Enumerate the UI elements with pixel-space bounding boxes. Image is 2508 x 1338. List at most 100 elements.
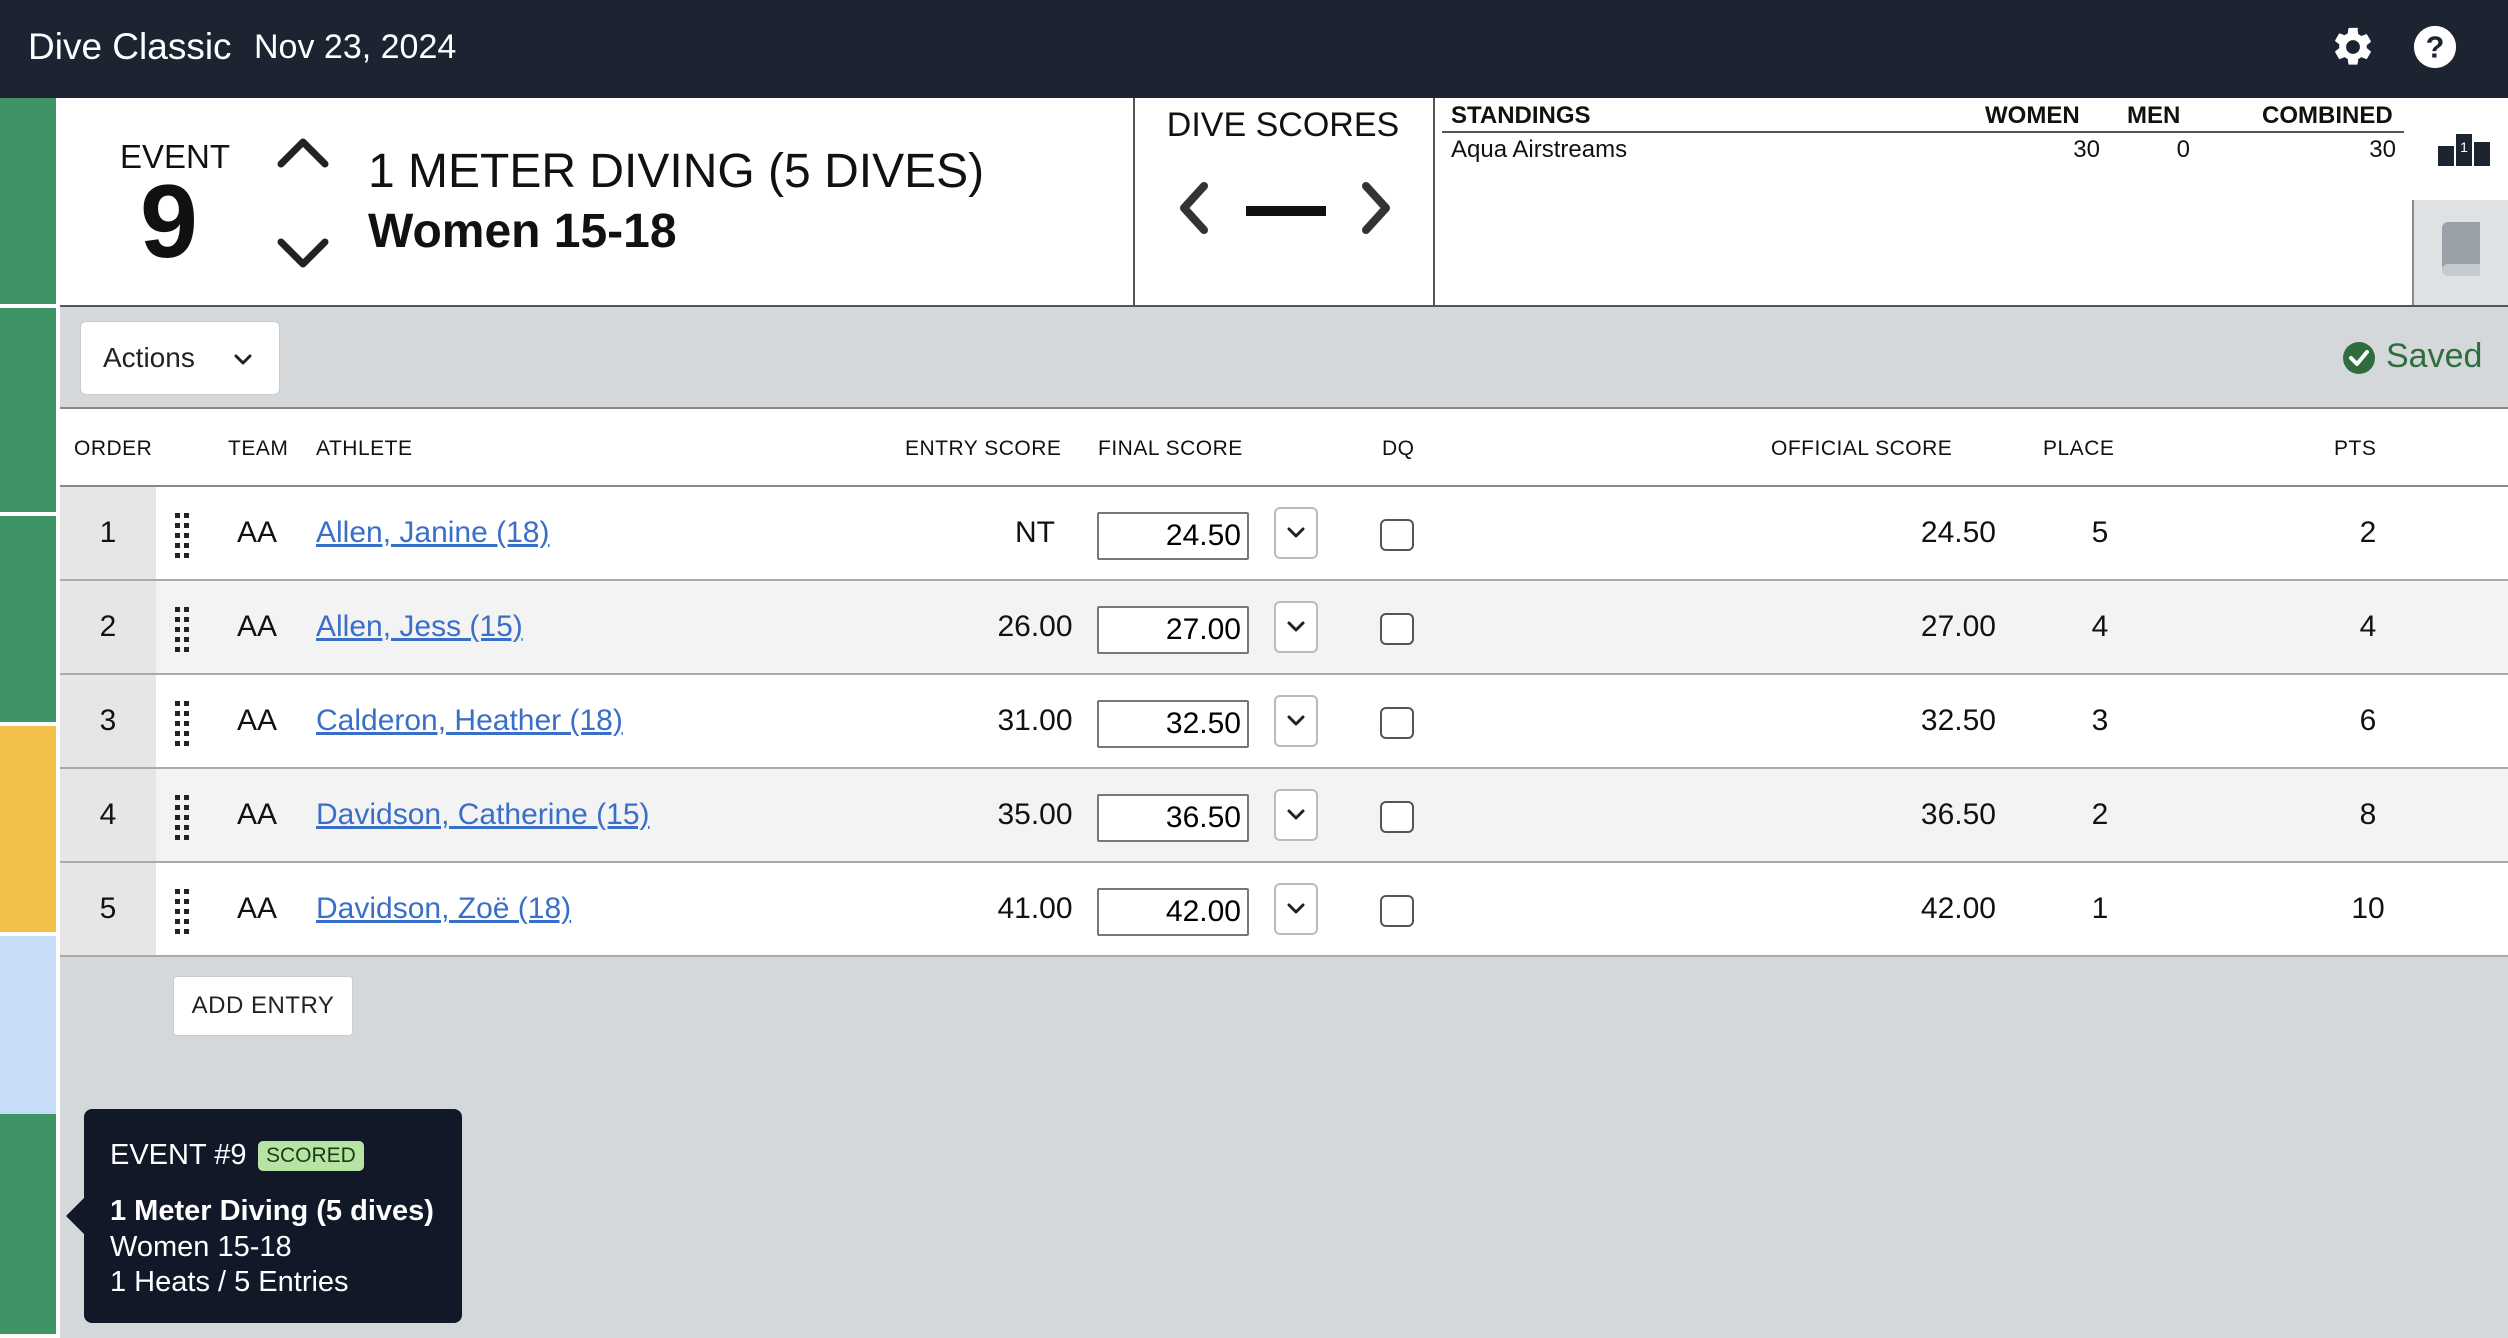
table-header: ORDER TEAM ATHLETE ENTRY SCORE FINAL SCO… bbox=[60, 409, 2508, 487]
row-pts: 8 bbox=[2359, 798, 2377, 831]
help-icon[interactable]: ? bbox=[2412, 24, 2458, 70]
chevron-down-icon bbox=[234, 354, 252, 365]
row-official-score: 32.50 bbox=[1920, 704, 1996, 737]
athlete-link[interactable]: Allen, Jess (15) bbox=[316, 581, 523, 673]
score-dropdown-button[interactable] bbox=[1274, 601, 1318, 653]
athlete-link[interactable]: Allen, Janine (18) bbox=[316, 487, 549, 579]
svg-text:?: ? bbox=[2426, 31, 2445, 65]
strip-event-green[interactable] bbox=[0, 1114, 56, 1334]
tooltip-arrow bbox=[66, 1198, 84, 1234]
standings-combined-header: COMBINED bbox=[2262, 102, 2393, 129]
row-team: AA bbox=[237, 798, 278, 831]
row-place: 3 bbox=[2091, 704, 2109, 737]
book-icon bbox=[2442, 222, 2480, 276]
header-dq[interactable]: DQ bbox=[1382, 437, 1415, 461]
final-score-input[interactable] bbox=[1097, 606, 1249, 654]
tooltip-event: EVENT #9 bbox=[110, 1139, 247, 1171]
final-score-input[interactable] bbox=[1097, 794, 1249, 842]
chevron-left-icon[interactable] bbox=[1174, 178, 1214, 238]
dive-scores-title: DIVE SCORES bbox=[1166, 106, 1400, 144]
chevron-down-icon bbox=[1287, 715, 1305, 726]
chevron-up-icon[interactable] bbox=[275, 132, 331, 172]
header-team[interactable]: TEAM bbox=[228, 437, 288, 461]
row-team: AA bbox=[237, 516, 278, 549]
event-strip bbox=[0, 98, 60, 1338]
action-bar: Actions Saved bbox=[60, 307, 2508, 409]
header-athlete[interactable]: ATHLETE bbox=[316, 437, 412, 461]
row-pts: 10 bbox=[2351, 892, 2385, 925]
final-score-input[interactable] bbox=[1097, 700, 1249, 748]
dq-checkbox[interactable] bbox=[1380, 519, 1414, 551]
app-title: Dive Classic bbox=[28, 26, 232, 67]
row-official-score: 36.50 bbox=[1920, 798, 1996, 831]
row-order: 1 bbox=[60, 487, 156, 579]
strip-event-green[interactable] bbox=[0, 516, 56, 722]
standings-team: Aqua Airstreams bbox=[1451, 136, 1628, 163]
add-entry-button[interactable]: ADD ENTRY bbox=[173, 976, 353, 1036]
row-place: 1 bbox=[2091, 892, 2109, 925]
row-place: 5 bbox=[2091, 516, 2109, 549]
row-team: AA bbox=[237, 704, 278, 737]
row-team: AA bbox=[237, 610, 278, 643]
header-official-score[interactable]: OFFICIAL SCORE bbox=[1771, 437, 1952, 461]
drag-handle-icon[interactable] bbox=[174, 699, 190, 747]
standings-women-header: WOMEN bbox=[1985, 102, 2080, 129]
header-final-score[interactable]: FINAL SCORE bbox=[1098, 437, 1243, 461]
athlete-link[interactable]: Davidson, Catherine (15) bbox=[316, 769, 650, 861]
score-dropdown-button[interactable] bbox=[1274, 883, 1318, 935]
dq-checkbox[interactable] bbox=[1380, 801, 1414, 833]
score-dropdown-button[interactable] bbox=[1274, 695, 1318, 747]
header-place[interactable]: PLACE bbox=[2043, 437, 2114, 461]
dive-scores-value bbox=[1246, 206, 1326, 216]
standings-divider bbox=[1442, 131, 2404, 133]
row-order: 2 bbox=[60, 581, 156, 673]
standings-men-value: 0 bbox=[2176, 136, 2190, 163]
table-row: 1 AA Allen, Janine (18) NT 24.50 5 2 bbox=[60, 487, 2508, 581]
standings-women-value: 30 bbox=[2073, 136, 2100, 163]
dq-checkbox[interactable] bbox=[1380, 895, 1414, 927]
row-order: 3 bbox=[60, 675, 156, 767]
strip-event-green[interactable] bbox=[0, 308, 56, 512]
chevron-down-icon[interactable] bbox=[275, 234, 331, 274]
check-circle-icon bbox=[2343, 342, 2375, 374]
podium-icon[interactable]: 1 bbox=[2436, 128, 2492, 168]
final-score-input[interactable] bbox=[1097, 888, 1249, 936]
score-dropdown-button[interactable] bbox=[1274, 789, 1318, 841]
athlete-link[interactable]: Davidson, Zoë (18) bbox=[316, 863, 571, 955]
row-team: AA bbox=[237, 892, 278, 925]
drag-handle-icon[interactable] bbox=[174, 793, 190, 841]
drag-handle-icon[interactable] bbox=[174, 511, 190, 559]
drag-handle-icon[interactable] bbox=[174, 887, 190, 935]
app-date: Nov 23, 2024 bbox=[254, 28, 457, 66]
drag-handle-icon[interactable] bbox=[174, 605, 190, 653]
table-row: 2 AA Allen, Jess (15) 26.00 27.00 4 4 bbox=[60, 581, 2508, 675]
event-name: 1 METER DIVING (5 DIVES) bbox=[368, 145, 985, 198]
dq-checkbox[interactable] bbox=[1380, 613, 1414, 645]
row-order: 4 bbox=[60, 769, 156, 861]
gear-icon[interactable] bbox=[2330, 24, 2376, 70]
dq-checkbox[interactable] bbox=[1380, 707, 1414, 739]
chevron-down-icon bbox=[1287, 621, 1305, 632]
row-place: 4 bbox=[2091, 610, 2109, 643]
header-order[interactable]: ORDER bbox=[74, 437, 152, 461]
strip-event-yellow[interactable] bbox=[0, 726, 56, 932]
top-bar: Dive Classic Nov 23, 2024 ? bbox=[0, 0, 2508, 98]
book-tab[interactable] bbox=[2412, 200, 2508, 305]
actions-button[interactable]: Actions bbox=[80, 321, 280, 395]
header-pts[interactable]: PTS bbox=[2334, 437, 2376, 461]
event-number: 9 bbox=[140, 164, 198, 280]
row-official-score: 24.50 bbox=[1920, 516, 1996, 549]
athlete-link[interactable]: Calderon, Heather (18) bbox=[316, 675, 623, 767]
standings-title: STANDINGS bbox=[1451, 102, 1591, 129]
row-pts: 2 bbox=[2359, 516, 2377, 549]
event-group: Women 15-18 bbox=[368, 205, 677, 258]
table-row: 3 AA Calderon, Heather (18) 31.00 32.50 … bbox=[60, 675, 2508, 769]
strip-event-green[interactable] bbox=[0, 98, 56, 304]
chevron-right-icon[interactable] bbox=[1356, 178, 1396, 238]
final-score-input[interactable] bbox=[1097, 512, 1249, 560]
header-entry-score[interactable]: ENTRY SCORE bbox=[905, 437, 1061, 461]
score-dropdown-button[interactable] bbox=[1274, 507, 1318, 559]
standings-men-header: MEN bbox=[2127, 102, 2181, 129]
row-place: 2 bbox=[2091, 798, 2109, 831]
chevron-down-icon bbox=[1287, 809, 1305, 820]
